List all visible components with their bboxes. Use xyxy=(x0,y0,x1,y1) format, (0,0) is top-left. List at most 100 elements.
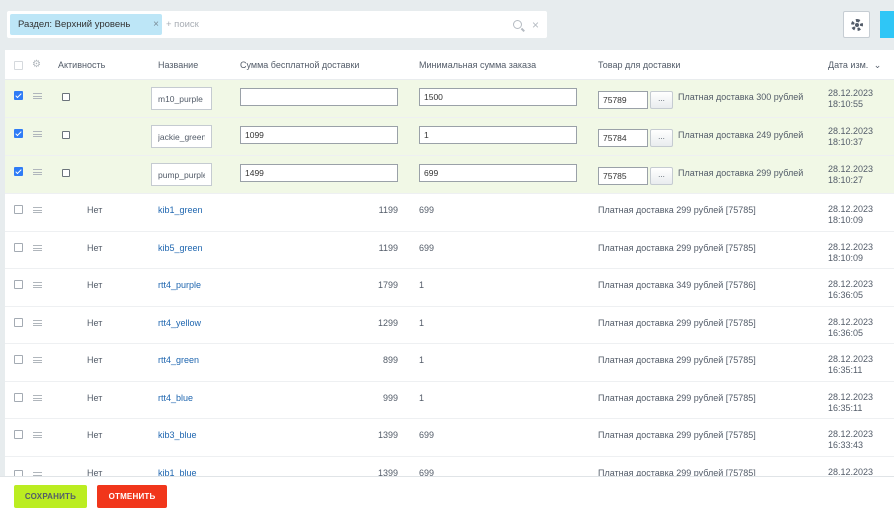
table-row[interactable]: Нет rtt4_yellow 1299 1 Платная доставка … xyxy=(5,307,894,344)
drag-handle-icon[interactable] xyxy=(33,169,42,175)
sort-chevron-icon: ⌄ xyxy=(873,60,882,70)
table-row[interactable]: Нет rtt4_purple 1799 1 Платная доставка … xyxy=(5,269,894,307)
name-link[interactable]: kib1_green xyxy=(158,205,203,216)
min-order-input[interactable] xyxy=(419,126,577,144)
product-picker-button[interactable]: ... xyxy=(650,91,673,109)
product-name: Платная доставка 300 рублей xyxy=(678,92,804,102)
min-order-value: 1 xyxy=(419,355,425,365)
row-checkbox[interactable] xyxy=(14,318,23,327)
row-checkbox[interactable] xyxy=(14,129,23,138)
table-row[interactable]: Нет rtt4_green 899 1 Платная доставка 29… xyxy=(5,344,894,382)
product-value: Платная доставка 299 рублей [75785] xyxy=(598,468,756,476)
product-value: Платная доставка 349 рублей [75786] xyxy=(598,280,756,290)
drag-handle-icon[interactable] xyxy=(33,432,42,438)
product-value: Платная доставка 299 рублей [75785] xyxy=(598,205,756,215)
table-row[interactable]: ... Платная доставка 300 рублей 28.12.20… xyxy=(5,80,894,118)
row-date: 28.12.2023 xyxy=(828,242,874,252)
product-id-input[interactable] xyxy=(598,167,648,185)
column-header-date[interactable]: Дата изм. ⌄ xyxy=(828,50,881,80)
free-delivery-input[interactable] xyxy=(240,164,398,182)
min-order-input[interactable] xyxy=(419,164,577,182)
name-link[interactable]: kib3_blue xyxy=(158,430,197,441)
product-id-input[interactable] xyxy=(598,91,648,109)
table-row[interactable]: ... Платная доставка 299 рублей 28.12.20… xyxy=(5,156,894,194)
drag-handle-icon[interactable] xyxy=(33,320,42,326)
column-header-name[interactable]: Название xyxy=(158,50,198,80)
active-value: Нет xyxy=(87,280,103,290)
cancel-button[interactable]: ОТМЕНИТЬ xyxy=(97,485,167,508)
active-value: Нет xyxy=(87,205,103,215)
data-grid: ⚙ Активность Название Сумма бесплатной д… xyxy=(5,50,894,476)
name-link[interactable]: kib1_blue xyxy=(158,468,197,476)
row-time: 16:33:43 xyxy=(828,440,864,450)
name-link[interactable]: rtt4_yellow xyxy=(158,318,201,329)
product-name: Платная доставка 299 рублей xyxy=(678,168,804,178)
row-checkbox[interactable] xyxy=(14,393,23,402)
name-link[interactable]: kib5_green xyxy=(158,243,203,254)
free-delivery-value: 899 xyxy=(382,355,398,365)
min-order-input[interactable] xyxy=(419,88,577,106)
min-order-value: 699 xyxy=(419,243,435,253)
product-value: Платная доставка 299 рублей [75785] xyxy=(598,355,756,365)
row-checkbox[interactable] xyxy=(14,280,23,289)
min-order-value: 699 xyxy=(419,468,435,476)
name-input[interactable] xyxy=(151,87,212,110)
free-delivery-input[interactable] xyxy=(240,126,398,144)
save-button[interactable]: СОХРАНИТЬ xyxy=(14,485,87,508)
product-picker-button[interactable]: ... xyxy=(650,129,673,147)
drag-handle-icon[interactable] xyxy=(33,245,42,251)
drag-handle-icon[interactable] xyxy=(33,357,42,363)
search-icon[interactable] xyxy=(512,20,522,29)
drag-handle-icon[interactable] xyxy=(33,282,42,288)
free-delivery-value: 1199 xyxy=(378,243,398,253)
active-checkbox[interactable] xyxy=(62,169,70,177)
active-checkbox[interactable] xyxy=(62,131,70,139)
product-name: Платная доставка 249 рублей xyxy=(678,130,804,140)
free-delivery-input[interactable] xyxy=(240,88,398,106)
name-link[interactable]: rtt4_blue xyxy=(158,393,193,404)
clear-icon[interactable]: × xyxy=(532,18,539,32)
row-time: 16:36:05 xyxy=(828,290,864,300)
drag-handle-icon[interactable] xyxy=(33,207,42,213)
row-checkbox[interactable] xyxy=(14,430,23,439)
table-row[interactable]: Нет kib5_green 1199 699 Платная доставка… xyxy=(5,232,894,269)
select-all-checkbox[interactable] xyxy=(14,61,23,70)
row-checkbox[interactable] xyxy=(14,205,23,214)
drag-handle-icon[interactable] xyxy=(33,395,42,401)
filter-chip-close-icon[interactable]: × xyxy=(153,14,159,35)
column-header-min-order[interactable]: Минимальная сумма заказа xyxy=(419,50,536,80)
table-row[interactable]: Нет kib1_green 1199 699 Платная доставка… xyxy=(5,194,894,232)
table-row[interactable]: Нет kib1_blue 1399 699 Платная доставка … xyxy=(5,457,894,476)
grid-header: ⚙ Активность Название Сумма бесплатной д… xyxy=(5,50,894,80)
free-delivery-value: 1399 xyxy=(377,430,398,440)
settings-button[interactable] xyxy=(843,11,870,38)
active-value: Нет xyxy=(87,355,103,365)
row-checkbox[interactable] xyxy=(14,243,23,252)
drag-handle-icon[interactable] xyxy=(33,131,42,137)
name-link[interactable]: rtt4_green xyxy=(158,355,199,366)
drag-handle-icon[interactable] xyxy=(33,93,42,99)
active-checkbox[interactable] xyxy=(62,93,70,101)
product-id-input[interactable] xyxy=(598,129,648,147)
table-row[interactable]: Нет rtt4_blue 999 1 Платная доставка 299… xyxy=(5,382,894,419)
column-settings-icon[interactable]: ⚙ xyxy=(32,50,41,80)
row-checkbox[interactable] xyxy=(14,355,23,364)
column-header-active[interactable]: Активность xyxy=(58,50,105,80)
filter-icons: × xyxy=(512,11,539,38)
column-header-free-delivery[interactable]: Сумма бесплатной доставки xyxy=(240,50,359,80)
row-time: 18:10:55 xyxy=(828,99,864,109)
add-button-edge[interactable] xyxy=(880,11,894,38)
row-checkbox[interactable] xyxy=(14,91,23,100)
product-picker-button[interactable]: ... xyxy=(650,167,673,185)
name-input[interactable] xyxy=(151,163,212,186)
gear-icon xyxy=(850,18,863,31)
free-delivery-value: 1299 xyxy=(377,318,398,328)
table-row[interactable]: Нет kib3_blue 1399 699 Платная доставка … xyxy=(5,419,894,457)
filter-chip-section[interactable]: Раздел: Верхний уровень × xyxy=(10,14,162,35)
column-header-product[interactable]: Товар для доставки xyxy=(598,50,680,80)
row-checkbox[interactable] xyxy=(14,167,23,176)
search-input[interactable] xyxy=(166,14,506,35)
name-input[interactable] xyxy=(151,125,212,148)
table-row[interactable]: ... Платная доставка 249 рублей 28.12.20… xyxy=(5,118,894,156)
name-link[interactable]: rtt4_purple xyxy=(158,280,201,291)
